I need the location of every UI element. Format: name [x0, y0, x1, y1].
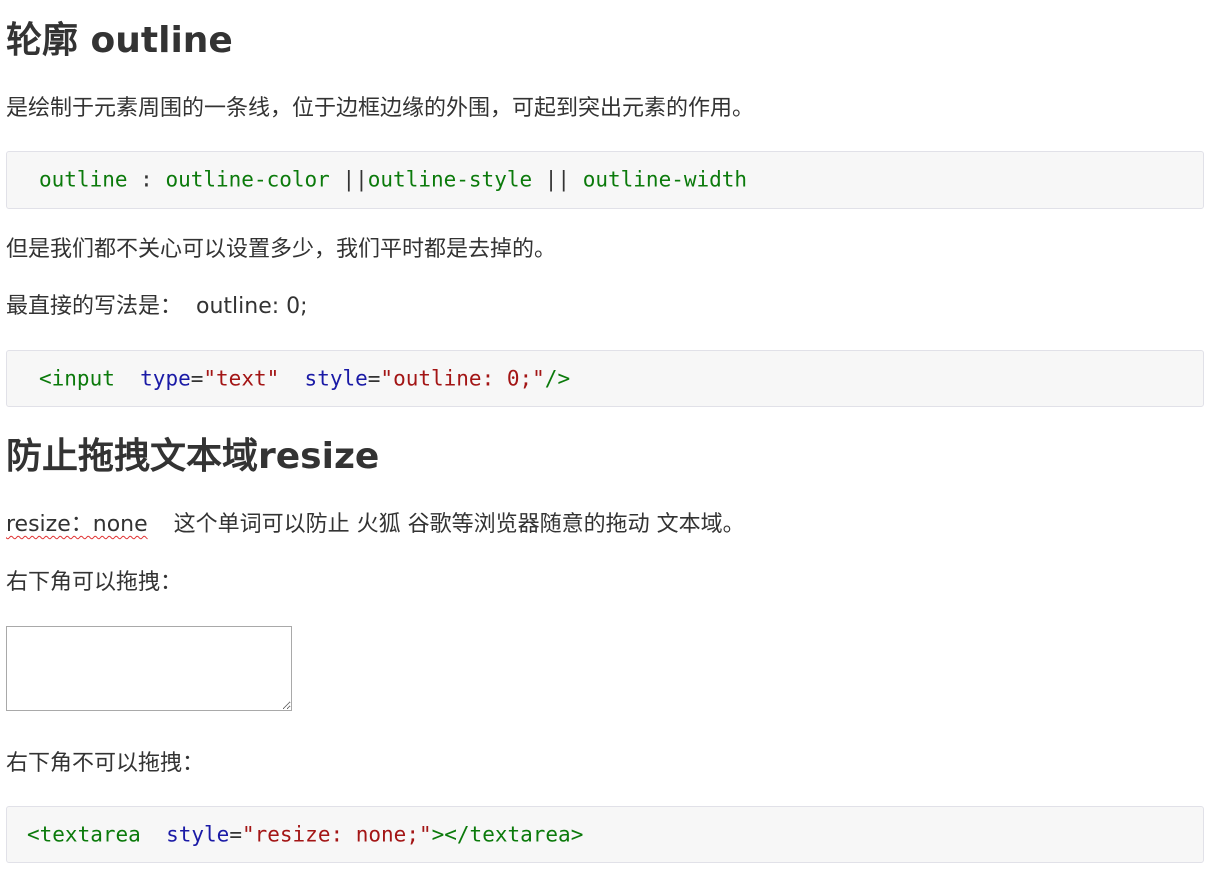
textarea-example-code: <textarea style="resize: none;"></textar… — [27, 824, 583, 845]
code-token: : — [127, 167, 166, 192]
simplest-value: outline: 0; — [196, 294, 308, 319]
heading-outline: 轮廓 outline — [6, 20, 233, 61]
code-token: style — [166, 822, 230, 846]
cannot-drag-label: 右下角不可以拖拽： — [6, 751, 205, 776]
code-token: style — [304, 366, 368, 390]
code-token: ></textarea> — [431, 822, 584, 846]
code-token: "text" — [203, 366, 280, 390]
outline-description: 是绘制于元素周围的一条线，位于边框边缘的外围，可起到突出元素的作用。 — [6, 96, 755, 121]
code-block-textarea-example: <textarea style="resize: none;"></textar… — [6, 806, 1204, 863]
code-token: "outline: 0;" — [380, 366, 545, 390]
code-token: /> — [544, 366, 571, 390]
input-example-code: <input type="text" style="outline: 0;"/> — [39, 368, 570, 389]
heading-resize: 防止拖拽文本域resize — [6, 436, 380, 477]
code-token: <input — [39, 366, 115, 390]
can-drag-label: 右下角可以拖拽： — [6, 570, 183, 595]
code-token: outline-width — [582, 167, 748, 192]
code-token: || — [329, 167, 368, 192]
code-token: "resize: none;" — [241, 822, 432, 846]
code-token: outline-color — [165, 167, 330, 192]
code-block-input-example: <input type="text" style="outline: 0;"/> — [6, 350, 1204, 407]
code-block-outline-syntax: outline : outline-color ||outline-style … — [6, 151, 1204, 209]
code-token: outline — [39, 167, 128, 192]
code-token: || — [532, 167, 583, 192]
code-token: = — [367, 366, 381, 390]
code-token: = — [229, 822, 242, 846]
resizable-textarea[interactable] — [6, 626, 292, 711]
article-page: 轮廓 outline 是绘制于元素周围的一条线，位于边框边缘的外围，可起到突出元… — [0, 0, 1229, 882]
outline-note: 但是我们都不关心可以设置多少，我们平时都是去掉的。 — [6, 237, 557, 262]
code-token: = — [190, 366, 204, 390]
outline-syntax-code: outline : outline-color ||outline-style … — [39, 167, 748, 192]
resize-description: 这个单词可以防止 火狐 谷歌等浏览器随意的拖动 文本域。 — [173, 512, 745, 537]
simplest-syntax-line: 最直接的写法是： outline: 0; — [6, 294, 308, 320]
code-token: type — [140, 366, 191, 390]
code-token: <textarea — [27, 822, 141, 846]
code-token: outline-style — [367, 167, 533, 192]
simplest-label: 最直接的写法是： — [6, 294, 183, 319]
resize-description-line: resize：none 这个单词可以防止 火狐 谷歌等浏览器随意的拖动 文本域。 — [6, 512, 745, 538]
resize-term: resize：none — [6, 512, 148, 537]
